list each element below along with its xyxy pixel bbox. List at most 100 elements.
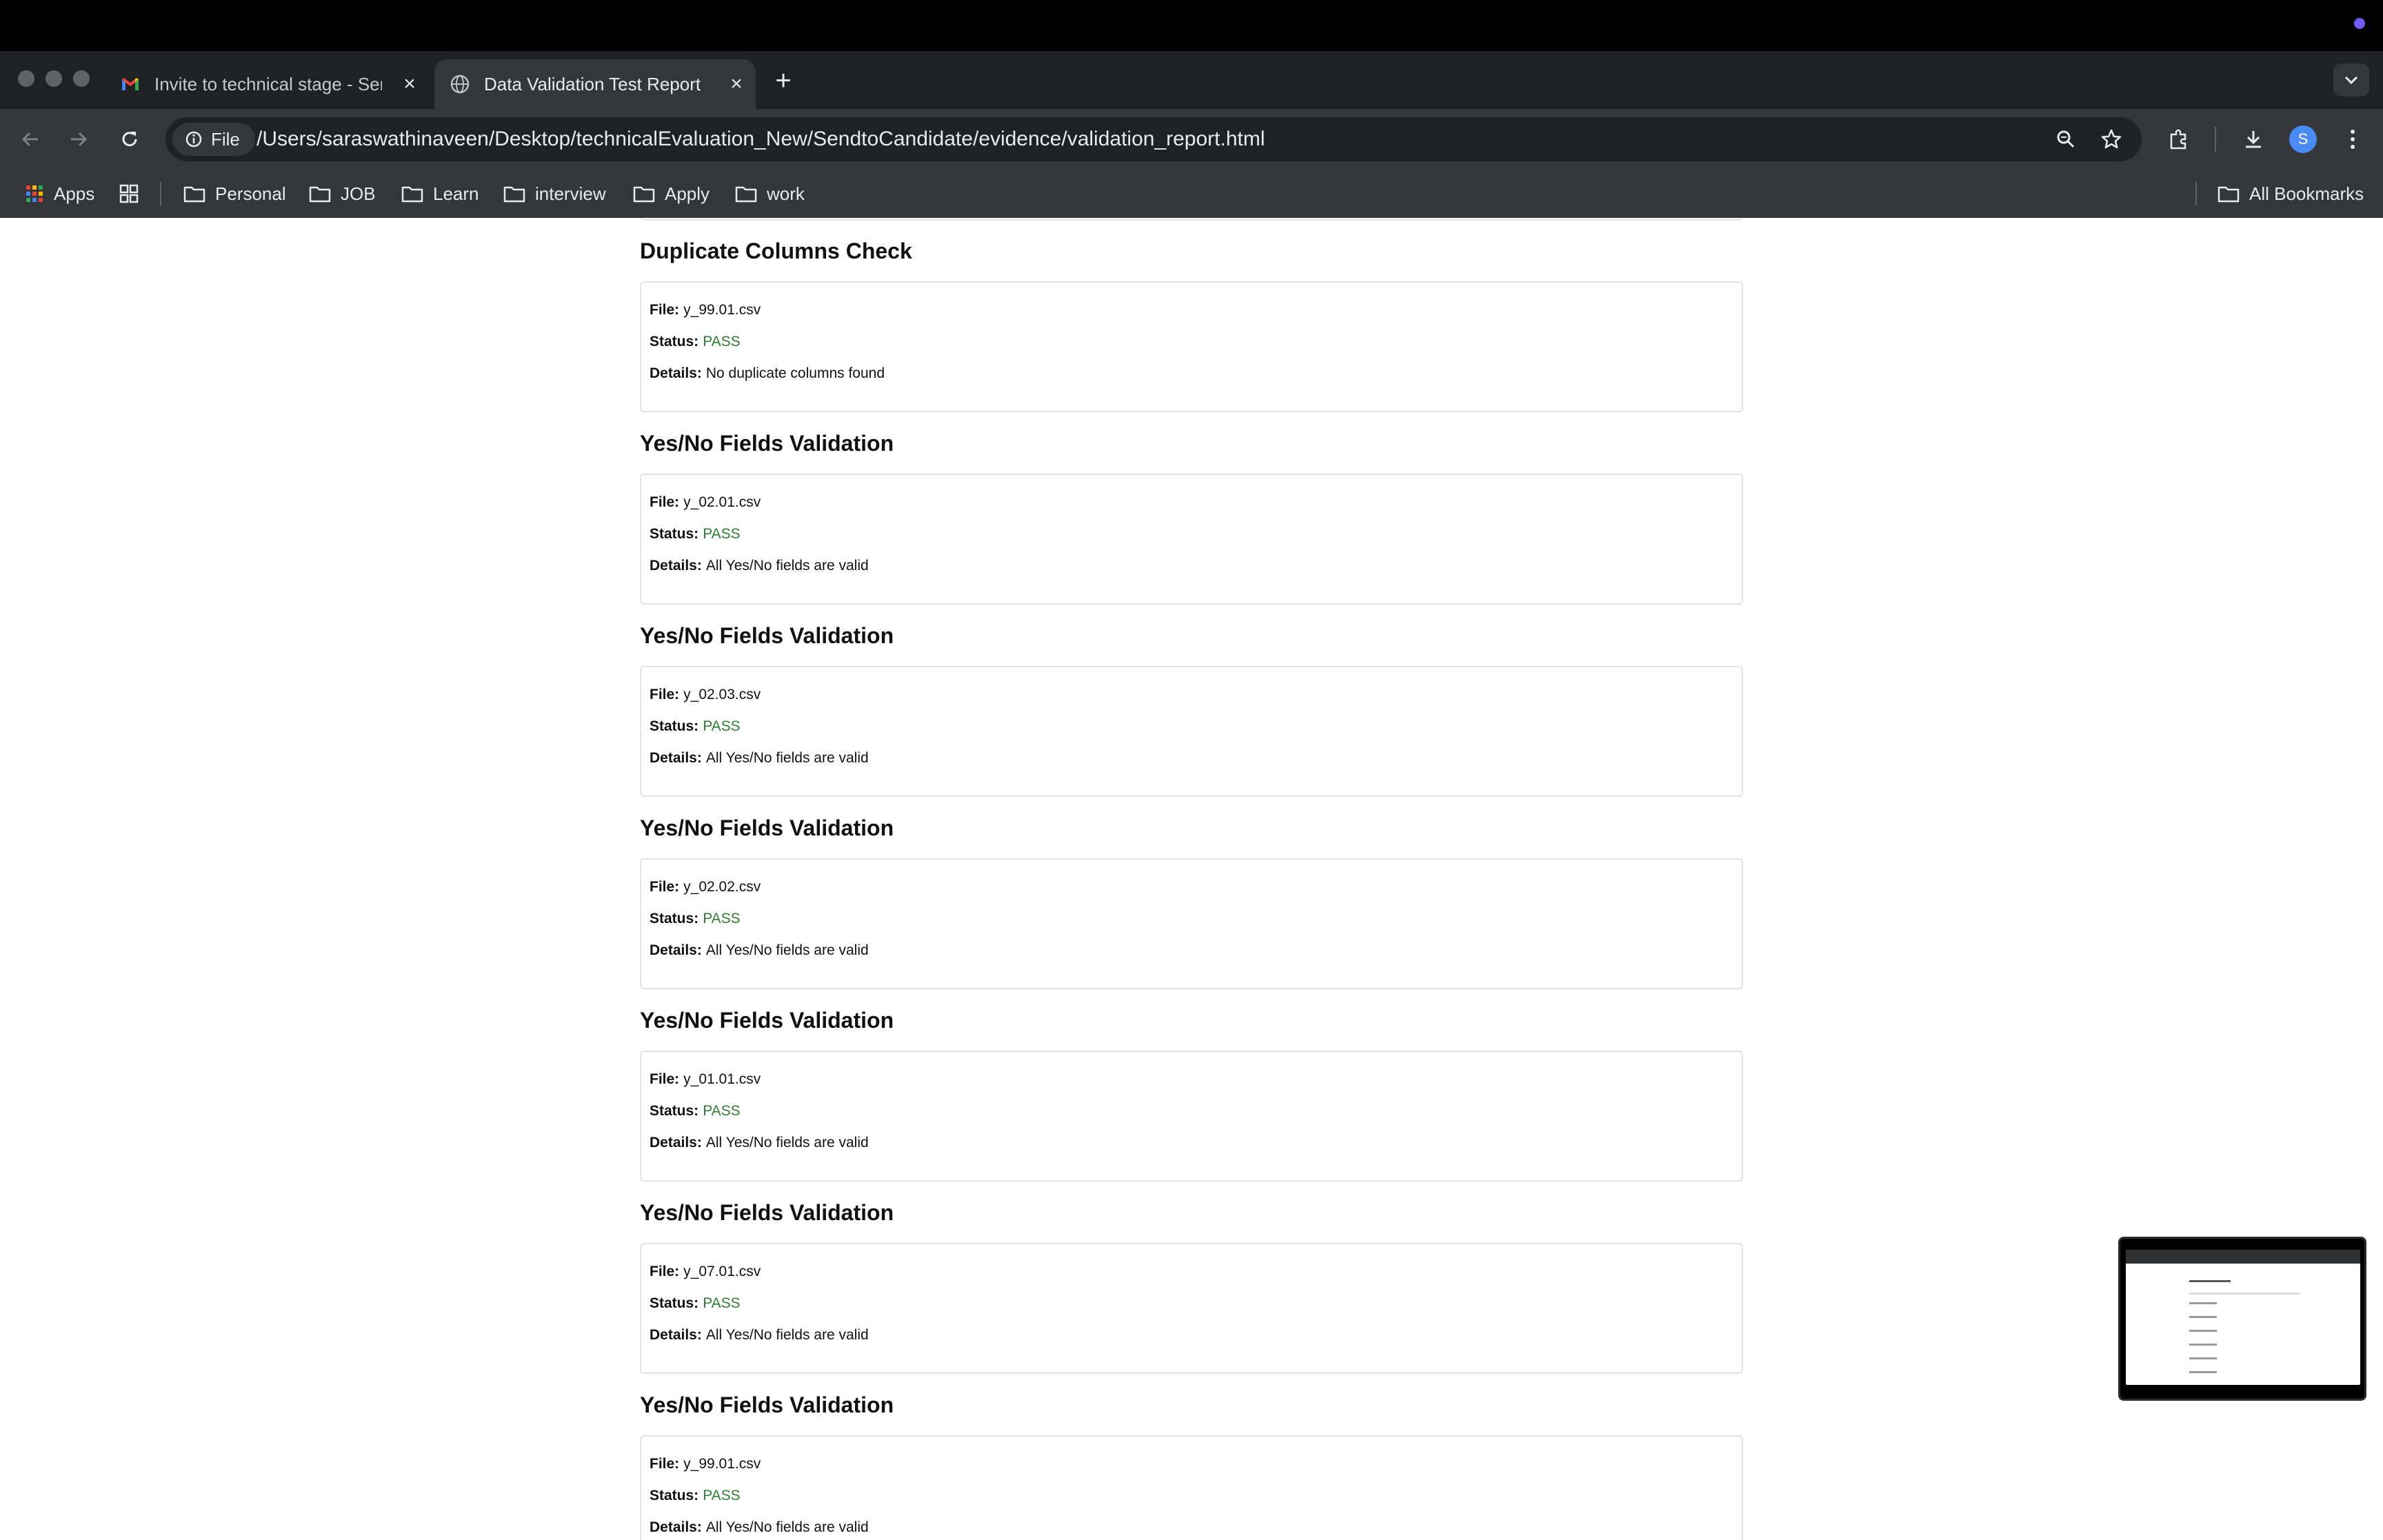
details-value: All Yes/No fields are valid [705, 1519, 869, 1535]
bookmark-label: JOB [341, 183, 376, 204]
status-label: Status: [650, 1295, 699, 1311]
page-viewport[interactable]: Duplicate Columns Check File: y_99.01.csv… [0, 218, 2383, 1540]
status-label: Status: [650, 334, 699, 349]
file-value: y_07.01.csv [683, 1264, 761, 1279]
all-bookmarks-button[interactable]: All Bookmarks [2218, 179, 2364, 208]
bookmark-folder-learn[interactable]: Learn [401, 179, 479, 208]
status-row: Status: PASS [650, 718, 1733, 750]
file-value: y_99.01.csv [683, 302, 761, 318]
details-value: All Yes/No fields are valid [705, 942, 869, 958]
report-section: Yes/No Fields Validation File: y_02.02.cs… [640, 807, 1743, 989]
bookmark-folder-personal[interactable]: Personal [183, 179, 286, 208]
more-menu-icon[interactable] [2336, 123, 2369, 156]
screenshot-preview-thumbnail[interactable] [2118, 1237, 2366, 1401]
file-row: File: y_02.01.csv [650, 494, 1733, 526]
all-bookmarks-label: All Bookmarks [2249, 183, 2364, 204]
bookmark-folder-interview[interactable]: interview [503, 179, 606, 208]
bookmarks-bar: Apps Personal JOB Learn interview Apply … [0, 170, 2383, 218]
download-icon[interactable] [2237, 123, 2270, 156]
details-value: All Yes/No fields are valid [705, 558, 869, 574]
extensions-icon[interactable] [2162, 123, 2195, 156]
address-bar[interactable]: File /Users/saraswathinaveen/Desktop/tec… [165, 117, 2142, 161]
zoom-icon[interactable] [2053, 127, 2078, 152]
report-section: Yes/No Fields Validation File: y_02.03.cs… [640, 615, 1743, 797]
file-value: y_01.01.csv [683, 1071, 761, 1087]
site-info-label: File [211, 128, 240, 150]
file-value: y_99.01.csv [683, 1456, 761, 1472]
bookmark-folder-apply[interactable]: Apply [633, 179, 710, 208]
status-value: PASS [703, 334, 741, 349]
details-value: All Yes/No fields are valid [705, 1327, 869, 1343]
bookmark-folder-job[interactable]: JOB [309, 179, 376, 208]
bookmark-label: Apps [54, 183, 95, 204]
details-label: Details: [650, 365, 702, 381]
file-label: File: [650, 1456, 680, 1472]
bookmark-label: work [767, 183, 805, 204]
window-minimize-button[interactable] [46, 70, 62, 87]
globe-icon [450, 74, 470, 94]
tab-title: Data Validation Test Report [484, 73, 701, 94]
tab-search-button[interactable] [2333, 63, 2369, 97]
status-row: Status: PASS [650, 1295, 1733, 1327]
window-zoom-button[interactable] [73, 70, 90, 87]
details-row: Details: All Yes/No fields are valid [650, 750, 1733, 782]
bookmark-label: interview [535, 183, 606, 204]
details-label: Details: [650, 750, 702, 766]
report-section: Yes/No Fields Validation File: y_02.01.cs… [640, 423, 1743, 605]
result-card: File: y_99.01.csv Status: PASS Details: No … [640, 281, 1743, 412]
details-label: Details: [650, 942, 702, 958]
new-tab-button[interactable]: + [770, 67, 797, 95]
section-heading: Duplicate Columns Check [640, 239, 912, 263]
report-section: Yes/No Fields Validation File: y_99.01.cs… [640, 1384, 1743, 1540]
status-value: PASS [703, 911, 741, 926]
bookmark-divider [160, 182, 161, 205]
status-value: PASS [703, 526, 741, 542]
bookmark-divider [2195, 182, 2197, 205]
file-row: File: y_01.01.csv [650, 1071, 1733, 1103]
details-label: Details: [650, 558, 702, 574]
details-row: Details: No duplicate columns found [650, 365, 1733, 397]
close-tab-icon[interactable]: × [727, 74, 746, 94]
bookmark-apps[interactable]: Apps [25, 179, 94, 208]
tab-validation-report[interactable]: Data Validation Test Report × [434, 59, 756, 109]
star-icon[interactable] [2099, 127, 2124, 152]
notification-dot-icon [2354, 18, 2365, 29]
tab-groups-icon[interactable] [119, 179, 139, 208]
thumbnail-image [2126, 1250, 2360, 1385]
window-close-button[interactable] [18, 70, 34, 87]
status-row: Status: PASS [650, 334, 1733, 365]
status-row: Status: PASS [650, 911, 1733, 942]
details-value: All Yes/No fields are valid [705, 750, 869, 766]
arrow-right-icon [71, 132, 88, 147]
tab-gmail-invite[interactable]: Invite to technical stage - Ser × [105, 59, 429, 109]
file-label: File: [650, 302, 680, 318]
info-icon [185, 130, 203, 148]
reload-icon [122, 132, 137, 147]
tab-title: Invite to technical stage - Ser [154, 73, 382, 94]
back-button[interactable] [14, 123, 47, 156]
file-label: File: [650, 1071, 680, 1087]
url-text[interactable]: /Users/saraswathinaveen/Desktop/technica… [257, 117, 1265, 161]
details-value: All Yes/No fields are valid [705, 1135, 869, 1151]
reload-button[interactable] [113, 123, 146, 156]
bookmark-folder-work[interactable]: work [735, 179, 805, 208]
folder-icon [735, 185, 757, 203]
status-value: PASS [703, 1103, 741, 1119]
site-info-chip[interactable]: File [172, 123, 255, 156]
section-heading: Yes/No Fields Validation [640, 1200, 894, 1225]
file-label: File: [650, 879, 680, 895]
close-tab-icon[interactable]: × [400, 74, 419, 94]
file-row: File: y_07.01.csv [650, 1264, 1733, 1295]
profile-avatar[interactable]: S [2289, 125, 2317, 153]
status-row: Status: PASS [650, 1103, 1733, 1135]
file-label: File: [650, 687, 680, 702]
report-section: Yes/No Fields Validation File: y_01.01.cs… [640, 1000, 1743, 1182]
apps-grid-icon [25, 184, 44, 203]
result-card: File: y_99.01.csv Status: PASS Details: All… [640, 1435, 1743, 1540]
status-label: Status: [650, 1488, 699, 1503]
file-row: File: y_99.01.csv [650, 302, 1733, 334]
section-heading: Yes/No Fields Validation [640, 1008, 894, 1033]
forward-button[interactable] [62, 123, 95, 156]
file-row: File: y_02.02.csv [650, 879, 1733, 911]
result-card: File: y_01.01.csv Status: PASS Details: All… [640, 1051, 1743, 1182]
